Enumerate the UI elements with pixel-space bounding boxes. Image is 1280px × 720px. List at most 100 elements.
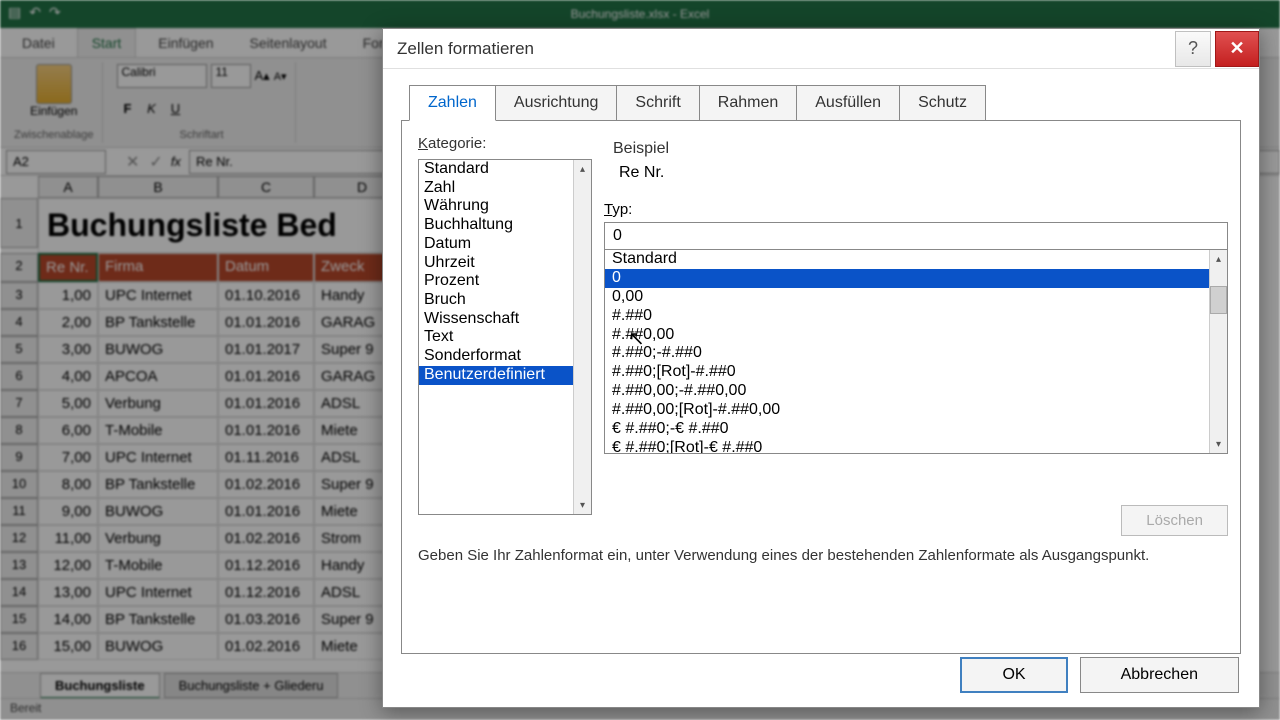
cell[interactable]: 01.01.2016 <box>218 390 314 417</box>
ribbon-tab-einfügen[interactable]: Einfügen <box>144 29 227 57</box>
row-header[interactable]: 4 <box>0 309 38 336</box>
cell[interactable]: 01.02.2016 <box>218 471 314 498</box>
ribbon-tab-start[interactable]: Start <box>77 28 137 57</box>
dialog-tab-zahlen[interactable]: Zahlen <box>409 85 496 121</box>
dialog-titlebar[interactable]: Zellen formatieren ? ✕ <box>383 29 1259 69</box>
format-code-item[interactable]: 0 <box>605 269 1209 288</box>
category-item[interactable]: Prozent <box>419 272 573 291</box>
row-header[interactable]: 14 <box>0 579 38 606</box>
redo-icon[interactable]: ↷ <box>49 4 61 21</box>
italic-button[interactable]: K <box>141 98 163 120</box>
format-code-item[interactable]: € #.##0;-€ #.##0 <box>605 420 1209 439</box>
cell[interactable]: BP Tankstelle <box>98 606 218 633</box>
scroll-down-icon[interactable]: ▾ <box>1210 435 1227 453</box>
row-header[interactable]: 16 <box>0 633 38 660</box>
fx-icon[interactable]: fx <box>171 154 181 169</box>
cell[interactable]: Firma <box>98 253 218 282</box>
category-item[interactable]: Benutzerdefiniert <box>419 366 573 385</box>
dialog-tab-ausrichtung[interactable]: Ausrichtung <box>495 85 618 121</box>
row-header[interactable]: 11 <box>0 498 38 525</box>
format-code-item[interactable]: #.##0,00;[Rot]-#.##0,00 <box>605 401 1209 420</box>
category-item[interactable]: Uhrzeit <box>419 254 573 273</box>
row-header[interactable]: 1 <box>0 198 38 248</box>
scroll-up-icon[interactable]: ▴ <box>574 160 591 178</box>
cell[interactable]: 01.12.2016 <box>218 579 314 606</box>
format-code-item[interactable]: #.##0;-#.##0 <box>605 344 1209 363</box>
ribbon-tab-datei[interactable]: Datei <box>8 29 69 57</box>
cell[interactable]: 01.01.2016 <box>218 363 314 390</box>
format-code-item[interactable]: #.##0,00 <box>605 326 1209 345</box>
cell[interactable]: Datum <box>218 253 314 282</box>
category-item[interactable]: Datum <box>419 235 573 254</box>
dialog-tab-rahmen[interactable]: Rahmen <box>699 85 797 121</box>
cell[interactable]: UPC Internet <box>98 579 218 606</box>
row-header[interactable]: 7 <box>0 390 38 417</box>
cell[interactable]: Verbung <box>98 525 218 552</box>
cell[interactable]: 01.02.2016 <box>218 633 314 660</box>
category-list[interactable]: StandardZahlWährungBuchhaltungDatumUhrze… <box>418 159 592 515</box>
scrollbar[interactable]: ▴ ▾ <box>1209 250 1227 453</box>
cell[interactable]: 5,00 <box>38 390 98 417</box>
cell[interactable]: APCOA <box>98 363 218 390</box>
name-box[interactable]: A2 <box>6 150 106 174</box>
undo-icon[interactable]: ↶ <box>29 4 41 21</box>
dialog-tab-ausfüllen[interactable]: Ausfüllen <box>796 85 900 121</box>
cell[interactable]: 01.11.2016 <box>218 444 314 471</box>
increase-font-icon[interactable]: A▴ <box>255 68 270 84</box>
category-item[interactable]: Sonderformat <box>419 347 573 366</box>
cell[interactable]: T-Mobile <box>98 417 218 444</box>
cell[interactable]: BP Tankstelle <box>98 471 218 498</box>
cancel-button[interactable]: Abbrechen <box>1080 657 1239 693</box>
cell[interactable]: 1,00 <box>38 282 98 309</box>
row-header[interactable]: 6 <box>0 363 38 390</box>
decrease-font-icon[interactable]: A▾ <box>274 70 287 83</box>
ok-button[interactable]: OK <box>960 657 1067 693</box>
category-item[interactable]: Wissenschaft <box>419 310 573 329</box>
cell[interactable]: BP Tankstelle <box>98 309 218 336</box>
title-cell[interactable]: Buchungsliste Bed <box>38 198 410 253</box>
delete-button[interactable]: Löschen <box>1121 505 1228 536</box>
type-input[interactable] <box>604 222 1228 250</box>
format-code-item[interactable]: 0,00 <box>605 288 1209 307</box>
row-header[interactable]: 13 <box>0 552 38 579</box>
ribbon-tab-seitenlayout[interactable]: Seitenlayout <box>236 29 341 57</box>
row-header[interactable]: 12 <box>0 525 38 552</box>
cell[interactable]: 01.01.2016 <box>218 309 314 336</box>
format-code-item[interactable]: #.##0;[Rot]-#.##0 <box>605 363 1209 382</box>
row-header[interactable]: 9 <box>0 444 38 471</box>
row-header[interactable]: 2 <box>0 253 38 282</box>
category-item[interactable]: Währung <box>419 197 573 216</box>
format-code-item[interactable]: #.##0 <box>605 307 1209 326</box>
format-code-item[interactable]: #.##0,00;-#.##0,00 <box>605 382 1209 401</box>
cell[interactable]: 7,00 <box>38 444 98 471</box>
category-item[interactable]: Buchhaltung <box>419 216 573 235</box>
category-item[interactable]: Text <box>419 328 573 347</box>
category-item[interactable]: Standard <box>419 160 573 179</box>
sheet-tab[interactable]: Buchungsliste + Gliederu <box>164 673 339 698</box>
format-code-item[interactable]: € #.##0;[Rot]-€ #.##0 <box>605 439 1209 453</box>
cell[interactable]: Verbung <box>98 390 218 417</box>
format-code-item[interactable]: Standard <box>605 250 1209 269</box>
cell[interactable]: 2,00 <box>38 309 98 336</box>
format-code-list[interactable]: Standard00,00#.##0#.##0,00#.##0;-#.##0#.… <box>604 250 1228 454</box>
cell[interactable]: 12,00 <box>38 552 98 579</box>
cell[interactable]: 8,00 <box>38 471 98 498</box>
scroll-down-icon[interactable]: ▾ <box>574 496 591 514</box>
cell[interactable]: 01.10.2016 <box>218 282 314 309</box>
cell[interactable]: BUWOG <box>98 498 218 525</box>
help-button[interactable]: ? <box>1175 31 1211 67</box>
cell[interactable]: BUWOG <box>98 633 218 660</box>
row-header[interactable]: 8 <box>0 417 38 444</box>
dialog-tab-schrift[interactable]: Schrift <box>616 85 699 121</box>
cell[interactable]: 01.01.2016 <box>218 498 314 525</box>
category-item[interactable]: Zahl <box>419 179 573 198</box>
cell[interactable]: UPC Internet <box>98 282 218 309</box>
dialog-tab-schutz[interactable]: Schutz <box>899 85 986 121</box>
row-header[interactable]: 3 <box>0 282 38 309</box>
close-button[interactable]: ✕ <box>1215 31 1259 67</box>
cell[interactable]: 6,00 <box>38 417 98 444</box>
cell[interactable]: 14,00 <box>38 606 98 633</box>
column-header[interactable]: B <box>98 176 218 198</box>
scroll-thumb[interactable] <box>1210 286 1227 314</box>
cell[interactable]: Re Nr. <box>38 253 98 282</box>
